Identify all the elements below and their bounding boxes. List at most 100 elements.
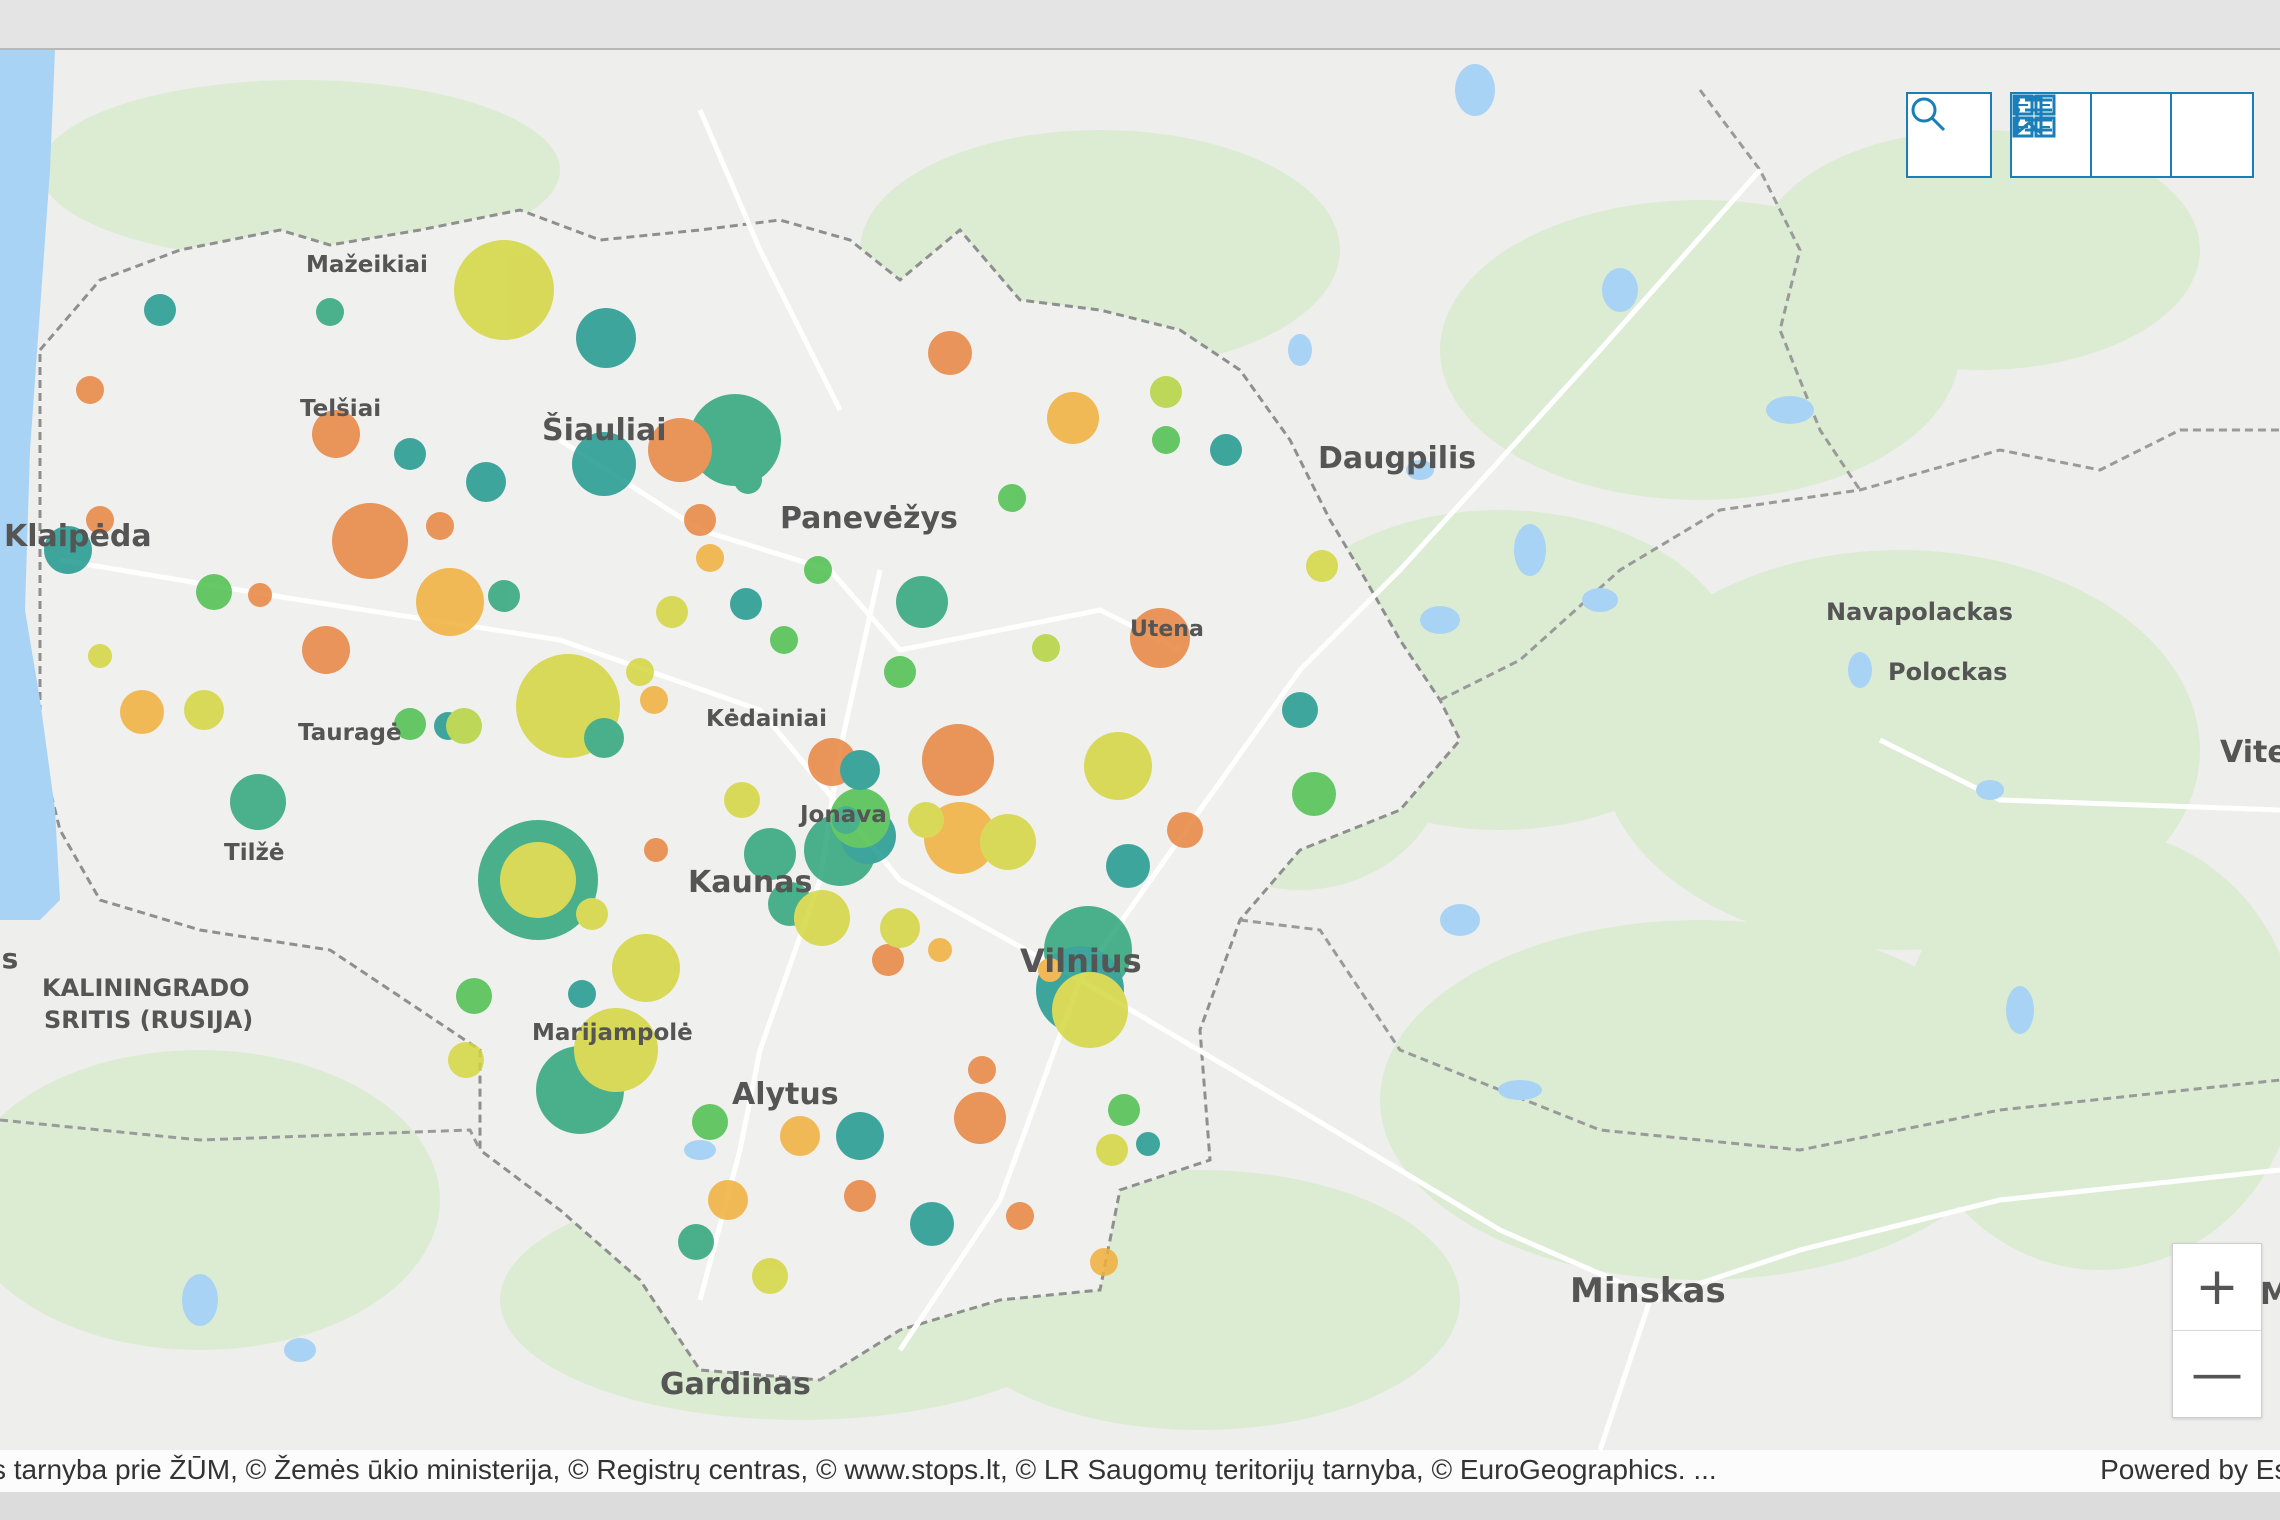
data-point-marker[interactable] <box>922 724 994 796</box>
data-point-marker[interactable] <box>998 484 1026 512</box>
label-daugpilis: Daugpilis <box>1318 441 1476 476</box>
label-gardinas: Gardinas <box>660 1367 811 1402</box>
data-point-marker[interactable] <box>626 658 654 686</box>
data-point-marker[interactable] <box>120 690 164 734</box>
zoom-in-button[interactable]: + <box>2173 1244 2261 1331</box>
data-point-marker[interactable] <box>872 944 904 976</box>
data-point-marker[interactable] <box>910 1202 954 1246</box>
data-point-marker[interactable] <box>456 978 492 1014</box>
data-point-marker[interactable] <box>1096 1134 1128 1166</box>
label-utena: Utena <box>1130 617 1204 642</box>
data-point-marker[interactable] <box>576 898 608 930</box>
data-point-marker[interactable] <box>836 1112 884 1160</box>
data-point-marker[interactable] <box>230 774 286 830</box>
data-point-marker[interactable] <box>584 718 624 758</box>
data-point-marker[interactable] <box>1167 812 1203 848</box>
data-point-marker[interactable] <box>770 626 798 654</box>
data-point-marker[interactable] <box>76 376 104 404</box>
map-view[interactable]: Mažeikiai Telšiai Šiauliai Panevėžys Kla… <box>0 50 2280 1450</box>
data-point-marker[interactable] <box>844 1180 876 1212</box>
label-jonava: Jonava <box>798 802 887 828</box>
data-point-marker[interactable] <box>640 686 668 714</box>
search-icon <box>1911 97 1946 132</box>
data-point-marker[interactable] <box>576 308 636 368</box>
data-point-marker[interactable] <box>1006 1202 1034 1230</box>
data-point-marker[interactable] <box>928 331 972 375</box>
data-point-marker[interactable] <box>840 750 880 790</box>
label-mo: Mo <box>2260 1277 2280 1312</box>
data-point-marker[interactable] <box>656 596 688 628</box>
widget-toolbar <box>2010 92 2254 178</box>
data-point-marker[interactable] <box>1152 426 1180 454</box>
data-point-marker[interactable] <box>752 1258 788 1294</box>
label-klaipeda: Klaipėda <box>4 519 152 554</box>
data-point-marker[interactable] <box>426 512 454 540</box>
data-point-marker[interactable] <box>1090 1248 1118 1276</box>
data-point-marker[interactable] <box>184 690 224 730</box>
app-frame: Mažeikiai Telšiai Šiauliai Panevėžys Kla… <box>0 0 2280 1520</box>
data-point-marker[interactable] <box>678 1224 714 1260</box>
data-point-marker[interactable] <box>1210 434 1242 466</box>
map-canvas[interactable]: Mažeikiai Telšiai Šiauliai Panevėžys Kla… <box>0 50 2280 1450</box>
data-point-marker[interactable] <box>196 574 232 610</box>
data-point-marker[interactable] <box>446 708 482 744</box>
data-point-marker[interactable] <box>804 556 832 584</box>
zoom-out-button[interactable]: — <box>2173 1331 2261 1417</box>
label-ls: ls <box>0 942 18 975</box>
data-point-marker[interactable] <box>466 462 506 502</box>
data-point-marker[interactable] <box>1150 376 1182 408</box>
data-point-marker[interactable] <box>568 980 596 1008</box>
bottom-bar <box>0 1492 2280 1520</box>
data-point-marker[interactable] <box>302 626 350 674</box>
data-point-marker[interactable] <box>248 583 272 607</box>
data-point-marker[interactable] <box>1047 392 1099 444</box>
data-point-marker[interactable] <box>734 466 762 494</box>
data-point-marker[interactable] <box>1306 550 1338 582</box>
data-point-marker[interactable] <box>488 580 520 612</box>
data-point-marker[interactable] <box>968 1056 996 1084</box>
data-point-marker[interactable] <box>780 1116 820 1156</box>
data-point-marker[interactable] <box>928 938 952 962</box>
data-point-marker[interactable] <box>880 908 920 948</box>
data-point-marker[interactable] <box>612 934 680 1002</box>
data-point-marker[interactable] <box>1084 732 1152 800</box>
data-point-marker[interactable] <box>896 576 948 628</box>
data-point-marker[interactable] <box>416 568 484 636</box>
data-point-marker[interactable] <box>316 298 344 326</box>
search-button[interactable] <box>1906 92 1992 178</box>
data-point-marker[interactable] <box>1282 692 1318 728</box>
data-point-marker[interactable] <box>908 802 944 838</box>
data-point-marker[interactable] <box>1136 1132 1160 1156</box>
data-point-marker[interactable] <box>1106 844 1150 888</box>
data-point-marker[interactable] <box>1108 1094 1140 1126</box>
data-point-marker[interactable] <box>454 240 554 340</box>
data-point-marker[interactable] <box>448 1042 484 1078</box>
label-tilze: Tilžė <box>224 840 284 866</box>
data-point-marker[interactable] <box>394 438 426 470</box>
data-point-marker[interactable] <box>692 1104 728 1140</box>
data-point-marker[interactable] <box>980 814 1036 870</box>
data-point-marker[interactable] <box>500 842 576 918</box>
powered-by-esri[interactable]: Powered by Esri <box>2100 1454 2280 1486</box>
data-point-marker[interactable] <box>644 838 668 862</box>
data-point-marker[interactable] <box>1292 772 1336 816</box>
label-alytus: Alytus <box>732 1077 839 1112</box>
data-point-marker[interactable] <box>684 504 716 536</box>
data-point-marker[interactable] <box>730 588 762 620</box>
zoom-control: + — <box>2172 1243 2262 1418</box>
data-point-marker[interactable] <box>144 294 176 326</box>
basemap-gallery-button[interactable] <box>2012 94 2252 176</box>
data-point-marker[interactable] <box>88 644 112 668</box>
data-point-marker[interactable] <box>884 656 916 688</box>
legend-button[interactable] <box>2014 94 2172 176</box>
data-point-marker[interactable] <box>696 544 724 572</box>
data-point-marker[interactable] <box>1032 634 1060 662</box>
label-polockas: Polockas <box>1888 658 2007 686</box>
data-point-marker[interactable] <box>1052 972 1128 1048</box>
label-vite: Vite <box>2220 735 2280 770</box>
label-mazeikiai: Mažeikiai <box>306 252 428 278</box>
data-point-marker[interactable] <box>332 503 408 579</box>
data-point-marker[interactable] <box>708 1180 748 1220</box>
data-point-marker[interactable] <box>954 1092 1006 1144</box>
data-point-marker[interactable] <box>724 782 760 818</box>
